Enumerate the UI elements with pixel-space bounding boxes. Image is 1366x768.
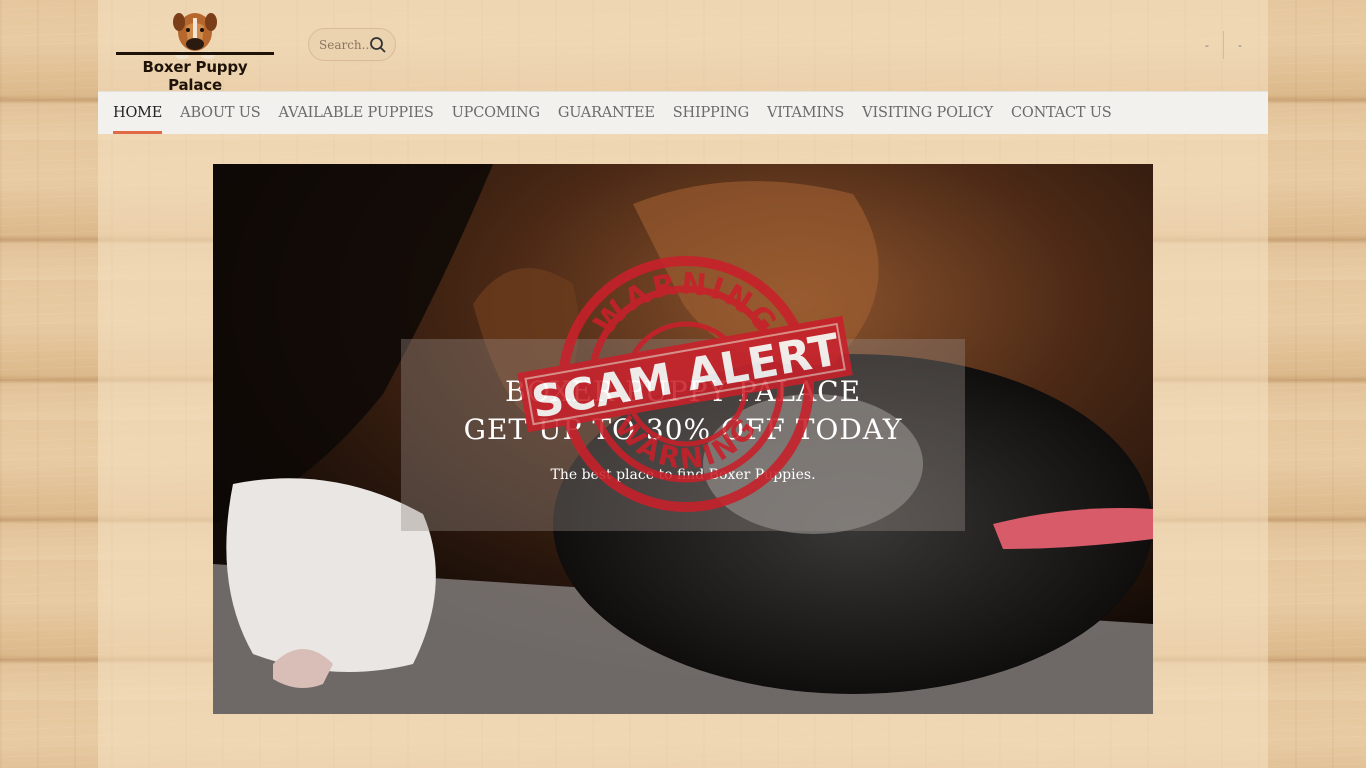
site-logo[interactable]: Boxer Puppy Palace <box>114 8 276 94</box>
nav-item-about-us[interactable]: ABOUT US <box>171 92 269 134</box>
search-box <box>308 28 396 61</box>
scam-alert-stamp-icon: WARNING WARNING SCAM ALERT <box>517 256 853 512</box>
main-nav: HOME ABOUT US AVAILABLE PUPPIES UPCOMING… <box>98 91 1268 134</box>
search-icon[interactable] <box>369 36 387 54</box>
nav-item-shipping[interactable]: SHIPPING <box>664 92 758 134</box>
nav-item-upcoming[interactable]: UPCOMING <box>443 92 549 134</box>
nav-item-available-puppies[interactable]: AVAILABLE PUPPIES <box>270 92 443 134</box>
header-link-1[interactable]: - <box>1191 39 1223 52</box>
nav-item-home[interactable]: HOME <box>104 92 171 134</box>
header-links: - - <box>1191 30 1256 60</box>
site-header: Boxer Puppy Palace - - <box>98 0 1268 94</box>
hero-banner[interactable]: BOXER PUPPY PALACE GET UP TO 30% OFF TOD… <box>213 164 1153 714</box>
logo-text: Boxer Puppy Palace <box>142 58 248 94</box>
logo-underline <box>116 52 274 55</box>
nav-item-vitamins[interactable]: VITAMINS <box>758 92 853 134</box>
nav-item-visiting-policy[interactable]: VISITING POLICY <box>853 92 1002 134</box>
page-container: Boxer Puppy Palace - - HOME ABOUT US AVA… <box>98 0 1268 768</box>
nav-item-guarantee[interactable]: GUARANTEE <box>549 92 664 134</box>
search-input[interactable] <box>319 37 371 52</box>
nav-item-contact-us[interactable]: CONTACT US <box>1002 92 1121 134</box>
header-link-2[interactable]: - <box>1224 39 1256 52</box>
